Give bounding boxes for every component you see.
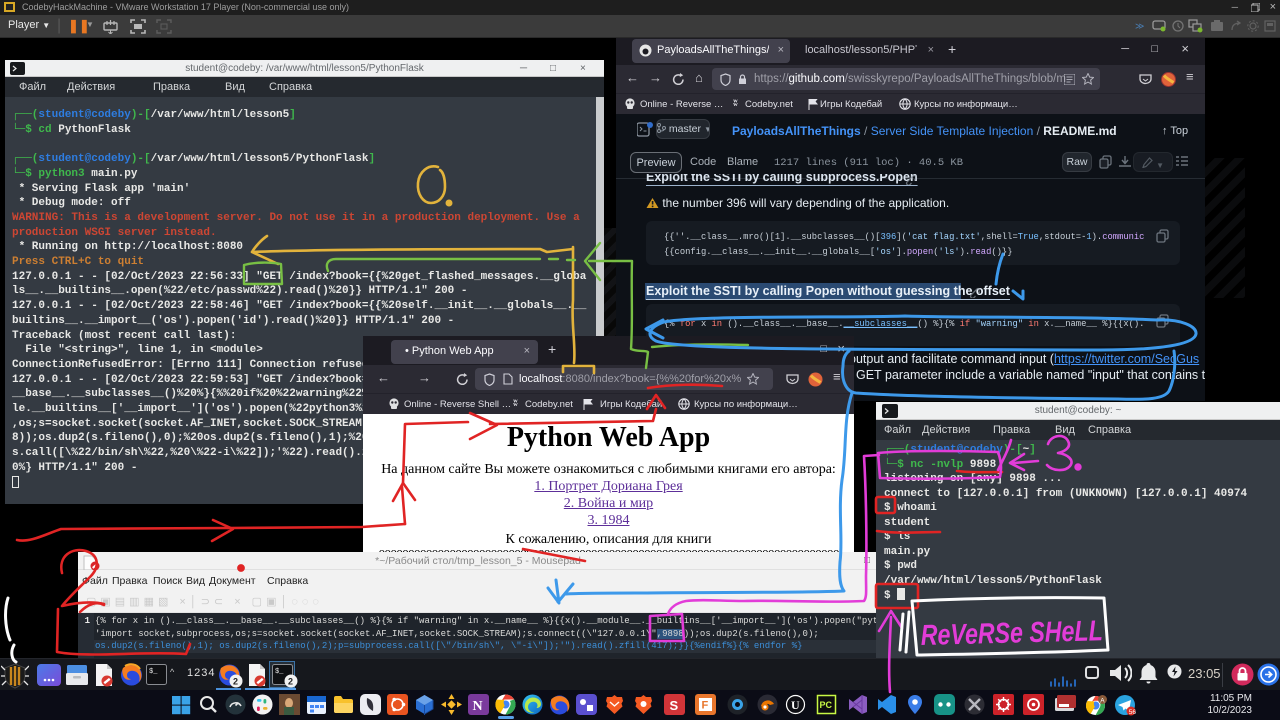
- svg-text:PC: PC: [820, 700, 833, 710]
- svg-text:56: 56: [1129, 709, 1136, 716]
- svg-text:2: 2: [288, 677, 293, 687]
- svg-text:F: F: [702, 700, 709, 712]
- svg-text:$_: $_: [275, 668, 284, 676]
- svg-text:U: U: [791, 698, 800, 712]
- svg-text:$_: $_: [149, 668, 158, 676]
- svg-text:2: 2: [233, 677, 238, 687]
- svg-text:A: A: [1100, 697, 1105, 704]
- svg-text:S: S: [670, 698, 679, 713]
- svg-text:N: N: [473, 699, 483, 714]
